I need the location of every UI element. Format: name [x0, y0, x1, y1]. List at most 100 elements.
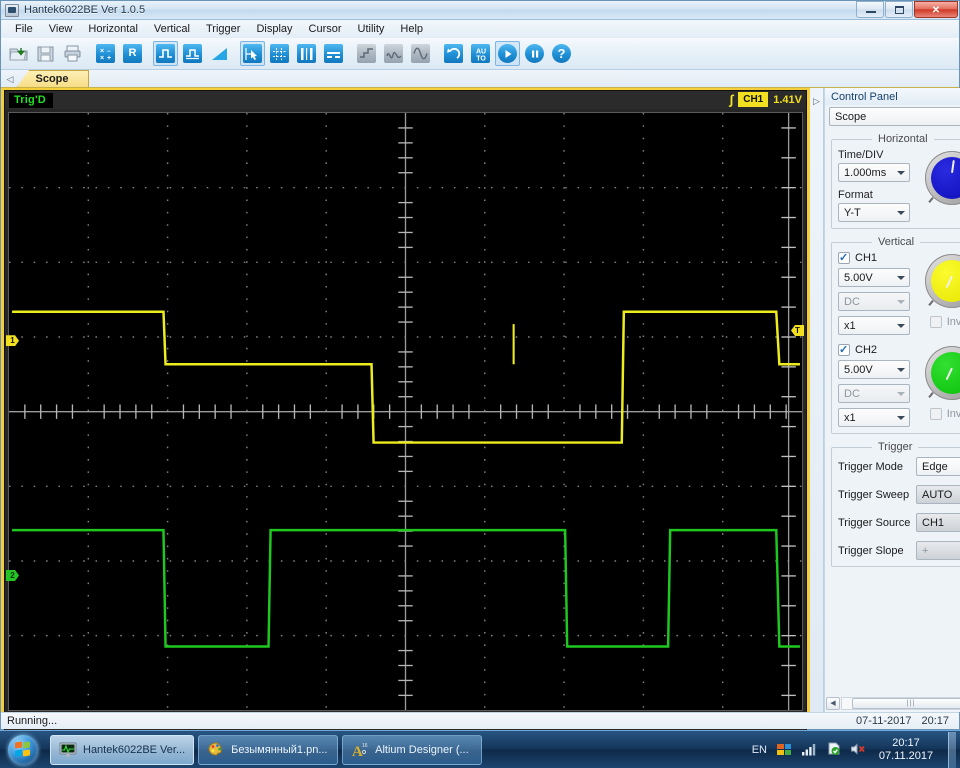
menu-view[interactable]: View — [41, 21, 81, 38]
network-icon[interactable] — [776, 741, 792, 759]
ch2-probe-value: x1 — [844, 411, 856, 424]
trigger-mode-label: Trigger Mode — [838, 460, 904, 473]
auto-set-button[interactable]: AU TO — [468, 41, 493, 66]
trigger-source-select[interactable]: CH1 — [916, 513, 960, 532]
waveform-svg — [9, 113, 802, 711]
menu-trigger[interactable]: Trigger — [198, 21, 248, 38]
chevron-down-icon — [897, 299, 905, 304]
ramp-button[interactable] — [207, 41, 232, 66]
scroll-track[interactable]: ||| — [841, 696, 960, 710]
ch1-invert-row[interactable]: Invert — [929, 316, 960, 328]
menu-utility[interactable]: Utility — [350, 21, 393, 38]
ch2-enable-row[interactable]: CH2 — [838, 343, 910, 356]
menu-vertical[interactable]: Vertical — [146, 21, 198, 38]
chevron-down-icon — [897, 391, 905, 396]
ch2-position-knob[interactable] — [925, 346, 960, 400]
print-button[interactable] — [60, 41, 85, 66]
language-indicator[interactable]: EN — [752, 744, 767, 756]
waveform-record-button[interactable] — [180, 41, 205, 66]
panel-mode-value: Scope — [835, 110, 867, 123]
rows-button[interactable] — [321, 41, 346, 66]
chevron-down-icon — [897, 323, 905, 328]
menu-cursor[interactable]: Cursor — [301, 21, 350, 38]
tab-scope[interactable]: Scope — [17, 70, 89, 87]
grid-button[interactable] — [267, 41, 292, 66]
waveform-grid[interactable]: 1 2 T — [6, 112, 804, 712]
trigger-source-label: Trigger Source — [838, 516, 911, 529]
action-center-icon[interactable] — [826, 741, 841, 759]
panel-mode-select[interactable]: Scope — [829, 107, 960, 126]
paint-app-icon — [207, 741, 225, 759]
taskbar-item-hantek[interactable]: Hantek6022BE Ver... — [50, 734, 195, 765]
control-panel-header: Control Panel ⚲ ✕ — [825, 88, 960, 105]
ch1-coupling-select[interactable]: DC — [838, 292, 910, 311]
show-desktop-button[interactable] — [948, 732, 956, 768]
undo-button[interactable] — [441, 41, 466, 66]
triangle-wave-button[interactable] — [381, 41, 406, 66]
trigger-slope-label: Trigger Slope — [838, 544, 904, 557]
window-icon — [5, 3, 19, 17]
menu-display[interactable]: Display — [248, 21, 300, 38]
scroll-left-button[interactable]: ◀ — [826, 696, 840, 710]
save-button[interactable] — [33, 41, 58, 66]
scroll-thumb[interactable]: ||| — [851, 697, 960, 709]
svg-text:16: 16 — [362, 743, 368, 749]
cursor-select-button[interactable] — [240, 41, 265, 66]
start-button[interactable] — [1, 733, 45, 767]
close-button[interactable]: ✕ — [914, 1, 958, 18]
ch2-invert-row[interactable]: Invert — [929, 408, 960, 420]
measure-button[interactable]: × − × + — [93, 41, 118, 66]
menu-help[interactable]: Help — [392, 21, 431, 38]
format-select[interactable]: Y-T — [838, 203, 910, 222]
ch1-invert-checkbox[interactable] — [929, 316, 942, 328]
menu-horizontal[interactable]: Horizontal — [80, 21, 146, 38]
trigger-level-value: 1.41V — [773, 93, 802, 106]
status-date: 07-11-2017 — [856, 715, 912, 727]
columns-button[interactable] — [294, 41, 319, 66]
ramp-icon — [210, 44, 229, 63]
minimize-button[interactable] — [856, 1, 884, 18]
ch2-enable-checkbox[interactable] — [838, 343, 850, 356]
taskbar-clock[interactable]: 20:17 07.11.2017 — [875, 737, 937, 763]
trigger-mode-select[interactable]: Edge — [916, 457, 960, 476]
maximize-button[interactable] — [885, 1, 913, 18]
sine-wave-button[interactable] — [408, 41, 433, 66]
svg-text:TO: TO — [476, 55, 486, 62]
trigger-source-row: Trigger Source CH1 — [838, 513, 960, 532]
horizontal-position-knob[interactable] — [925, 151, 960, 205]
trigger-slope-select[interactable]: + — [916, 541, 960, 560]
volume-muted-icon[interactable] — [850, 742, 866, 759]
ch2-coupling-select[interactable]: DC — [838, 384, 910, 403]
run-button[interactable] — [495, 41, 520, 66]
menu-file[interactable]: File — [7, 21, 41, 38]
square-wave-button[interactable] — [354, 41, 379, 66]
ch1-invert-label: Invert — [946, 316, 960, 328]
knob-face — [931, 260, 960, 302]
pause-button[interactable] — [522, 41, 547, 66]
waveform-capture-button[interactable] — [153, 41, 178, 66]
ch2-invert-checkbox[interactable] — [929, 408, 942, 420]
auto-set-icon: AU TO — [471, 44, 490, 63]
timediv-select[interactable]: 1.000ms — [838, 163, 910, 182]
taskbar-item-altium[interactable]: A 16 Altium Designer (... — [342, 734, 483, 765]
tab-nav-left-icon[interactable]: ◁ — [3, 71, 17, 87]
panel-collapse-gutter[interactable]: ▷ — [810, 88, 824, 712]
ch2-volts-select[interactable]: 5.00V — [838, 360, 910, 379]
ch1-enable-row[interactable]: CH1 — [838, 251, 910, 264]
taskbar-item-paint[interactable]: Безымянный1.pn... — [198, 734, 339, 765]
ch1-position-knob[interactable] — [925, 254, 960, 308]
svg-text:×: × — [100, 48, 104, 55]
waveform-record-icon — [183, 44, 202, 63]
open-button[interactable] — [6, 41, 31, 66]
ch1-probe-select[interactable]: x1 — [838, 316, 910, 335]
signal-icon[interactable] — [801, 742, 817, 759]
ch2-controls: CH2 5.00V DC — [838, 343, 960, 427]
open-icon — [9, 44, 28, 63]
ch1-enable-checkbox[interactable] — [838, 251, 850, 264]
help-button[interactable]: ? — [549, 41, 574, 66]
ch1-volts-select[interactable]: 5.00V — [838, 268, 910, 287]
trigger-sweep-select[interactable]: AUTO — [916, 485, 960, 504]
ch2-probe-select[interactable]: x1 — [838, 408, 910, 427]
control-panel-scrollbar[interactable]: ◀ ||| ▶ — [825, 696, 960, 712]
reference-button[interactable]: R — [120, 41, 145, 66]
